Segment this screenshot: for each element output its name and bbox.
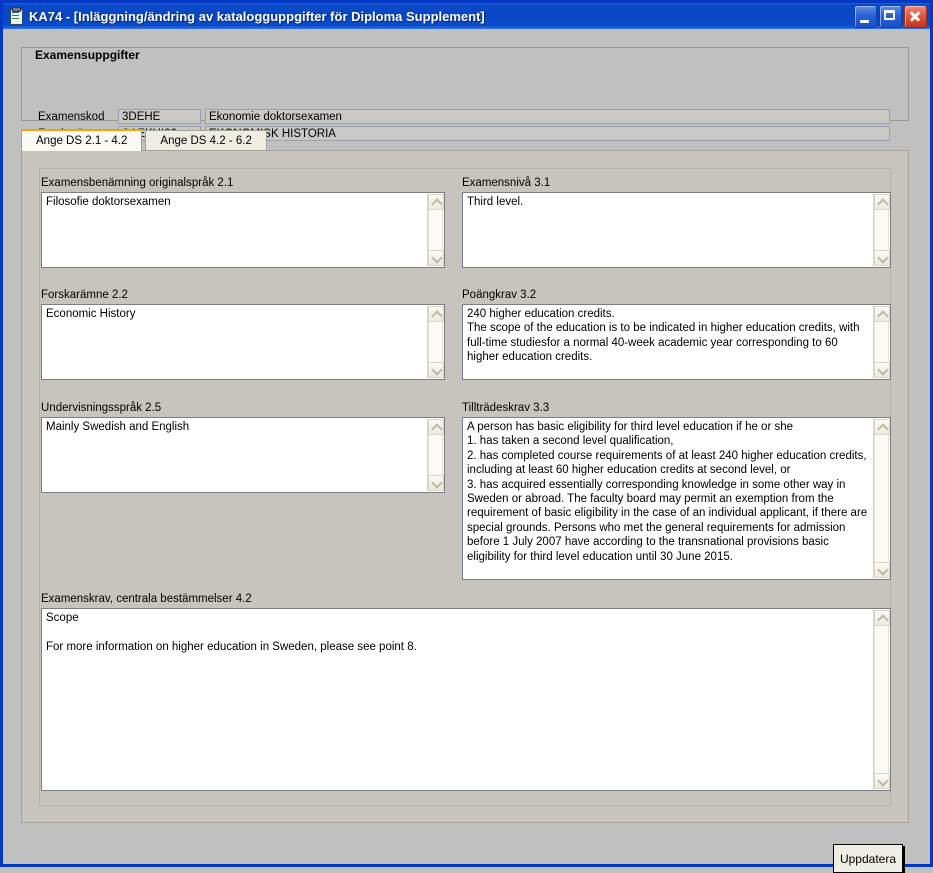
scroll-down-icon[interactable] <box>874 362 890 378</box>
scroll-up-icon[interactable] <box>874 306 890 322</box>
scroll-up-icon[interactable] <box>428 306 444 322</box>
scroll-track[interactable] <box>428 435 443 475</box>
close-button[interactable] <box>904 4 927 28</box>
examensbenamning-textarea[interactable]: Filosofie doktorsexamen <box>41 192 445 268</box>
field-examenskrav: Examenskrav, centrala bestämmelser 4.2 S… <box>41 593 891 791</box>
title-bar: KA74 - [Inläggning/ändring av kataloggup… <box>3 3 930 29</box>
field-undervisningssprak-label: Undervisningsspråk 2.5 <box>41 402 162 414</box>
scroll-down-icon[interactable] <box>874 250 890 266</box>
examensniva-textarea[interactable]: Third level. <box>462 192 891 268</box>
field-tilltradeskrav-label: Tillträdeskrav 3.3 <box>462 402 550 414</box>
scroll-down-icon[interactable] <box>874 773 890 789</box>
undervisningssprak-textarea[interactable]: Mainly Swedish and English <box>41 417 445 493</box>
scroll-track[interactable] <box>874 322 889 362</box>
examenskod-name-value[interactable]: Ekonomie doktorsexamen <box>205 109 890 124</box>
tilltradeskrav-scrollbar[interactable] <box>873 419 890 578</box>
tilltradeskrav-text: A person has basic eligibility for third… <box>467 421 868 563</box>
scroll-up-icon[interactable] <box>428 419 444 435</box>
scroll-down-icon[interactable] <box>874 562 890 578</box>
tab-page: Examensbenämning originalspråk 2.1 Filos… <box>21 150 909 823</box>
window-controls <box>854 4 930 28</box>
examensniva-scrollbar[interactable] <box>873 194 890 266</box>
field-examensniva-label: Examensnivå 3.1 <box>462 177 551 189</box>
document-clipboard-icon <box>8 7 24 25</box>
poangkrav-scrollbar[interactable] <box>873 306 890 378</box>
minimize-button[interactable] <box>854 4 877 28</box>
tilltradeskrav-textarea[interactable]: A person has basic eligibility for third… <box>462 417 891 580</box>
scroll-track[interactable] <box>874 210 889 250</box>
field-examenskrav-label: Examenskrav, centrala bestämmelser 4.2 <box>41 593 252 605</box>
forskaramne-textarea[interactable]: Economic History <box>41 304 445 380</box>
scroll-up-icon[interactable] <box>874 194 890 210</box>
examenskod-label: Examenskod <box>38 110 105 123</box>
undervisningssprak-scrollbar[interactable] <box>427 419 444 491</box>
field-examensniva: Examensnivå 3.1 Third level. <box>462 177 891 268</box>
scroll-track[interactable] <box>428 210 443 250</box>
scroll-down-icon[interactable] <box>428 475 444 491</box>
client-area: Examensuppgifter Examenskod 3DEHE Ekonom… <box>3 29 930 873</box>
scroll-up-icon[interactable] <box>874 419 890 435</box>
examensbenamning-text: Filosofie doktorsexamen <box>46 195 425 265</box>
scroll-up-icon[interactable] <box>428 194 444 210</box>
forskaramne-text: Economic History <box>46 308 136 320</box>
undervisningssprak-text: Mainly Swedish and English <box>46 421 190 433</box>
examenskrav-textarea[interactable]: Scope For more information on higher edu… <box>41 608 891 791</box>
field-examensbenamning: Examensbenämning originalspråk 2.1 Filos… <box>41 177 445 268</box>
scroll-track[interactable] <box>874 626 889 773</box>
examensniva-text: Third level. <box>467 196 524 208</box>
forskaramne-scrollbar[interactable] <box>427 306 444 378</box>
field-examensbenamning-label: Examensbenämning originalspråk 2.1 <box>41 177 234 189</box>
examenskrav-text: Scope For more information on higher edu… <box>46 612 417 653</box>
examenskrav-scrollbar[interactable] <box>873 610 890 789</box>
tab-ange-ds-4-2-6-2[interactable]: Ange DS 4.2 - 6.2 <box>145 130 267 151</box>
tab-ange-ds-2-1-4-2[interactable]: Ange DS 2.1 - 4.2 <box>21 129 143 151</box>
examenskod-value[interactable]: 3DEHE <box>118 109 201 124</box>
scroll-track[interactable] <box>428 322 443 362</box>
window-title: KA74 - [Inläggning/ändring av kataloggup… <box>29 8 485 24</box>
examenskod-row: Examenskod 3DEHE Ekonomie doktorsexamen <box>38 109 890 124</box>
update-button[interactable]: Uppdatera <box>833 844 903 873</box>
field-tilltradeskrav: Tillträdeskrav 3.3 A person has basic el… <box>462 402 891 580</box>
tab-strip: Ange DS 2.1 - 4.2 Ange DS 4.2 - 6.2 <box>21 129 909 151</box>
scroll-track[interactable] <box>874 435 889 562</box>
maximize-button[interactable] <box>879 4 902 28</box>
scroll-down-icon[interactable] <box>428 250 444 266</box>
examensbenamning-scrollbar[interactable] <box>427 194 444 266</box>
scroll-up-icon[interactable] <box>874 610 890 626</box>
poangkrav-text: 240 higher education credits. The scope … <box>467 308 860 364</box>
field-forskaramne: Forskarämne 2.2 Economic History <box>41 289 445 380</box>
tab-page-panel: Examensbenämning originalspråk 2.1 Filos… <box>39 168 891 806</box>
field-poangkrav-label: Poängkrav 3.2 <box>462 289 537 301</box>
examensuppgifter-group-title: Examensuppgifter <box>31 48 144 62</box>
scroll-down-icon[interactable] <box>428 362 444 378</box>
application-window: KA74 - [Inläggning/ändring av kataloggup… <box>0 0 933 873</box>
field-poangkrav: Poängkrav 3.2 240 higher education credi… <box>462 289 891 380</box>
poangkrav-textarea[interactable]: 240 higher education credits. The scope … <box>462 304 891 380</box>
field-undervisningssprak: Undervisningsspråk 2.5 Mainly Swedish an… <box>41 402 445 493</box>
field-forskaramne-label: Forskarämne 2.2 <box>41 289 128 301</box>
